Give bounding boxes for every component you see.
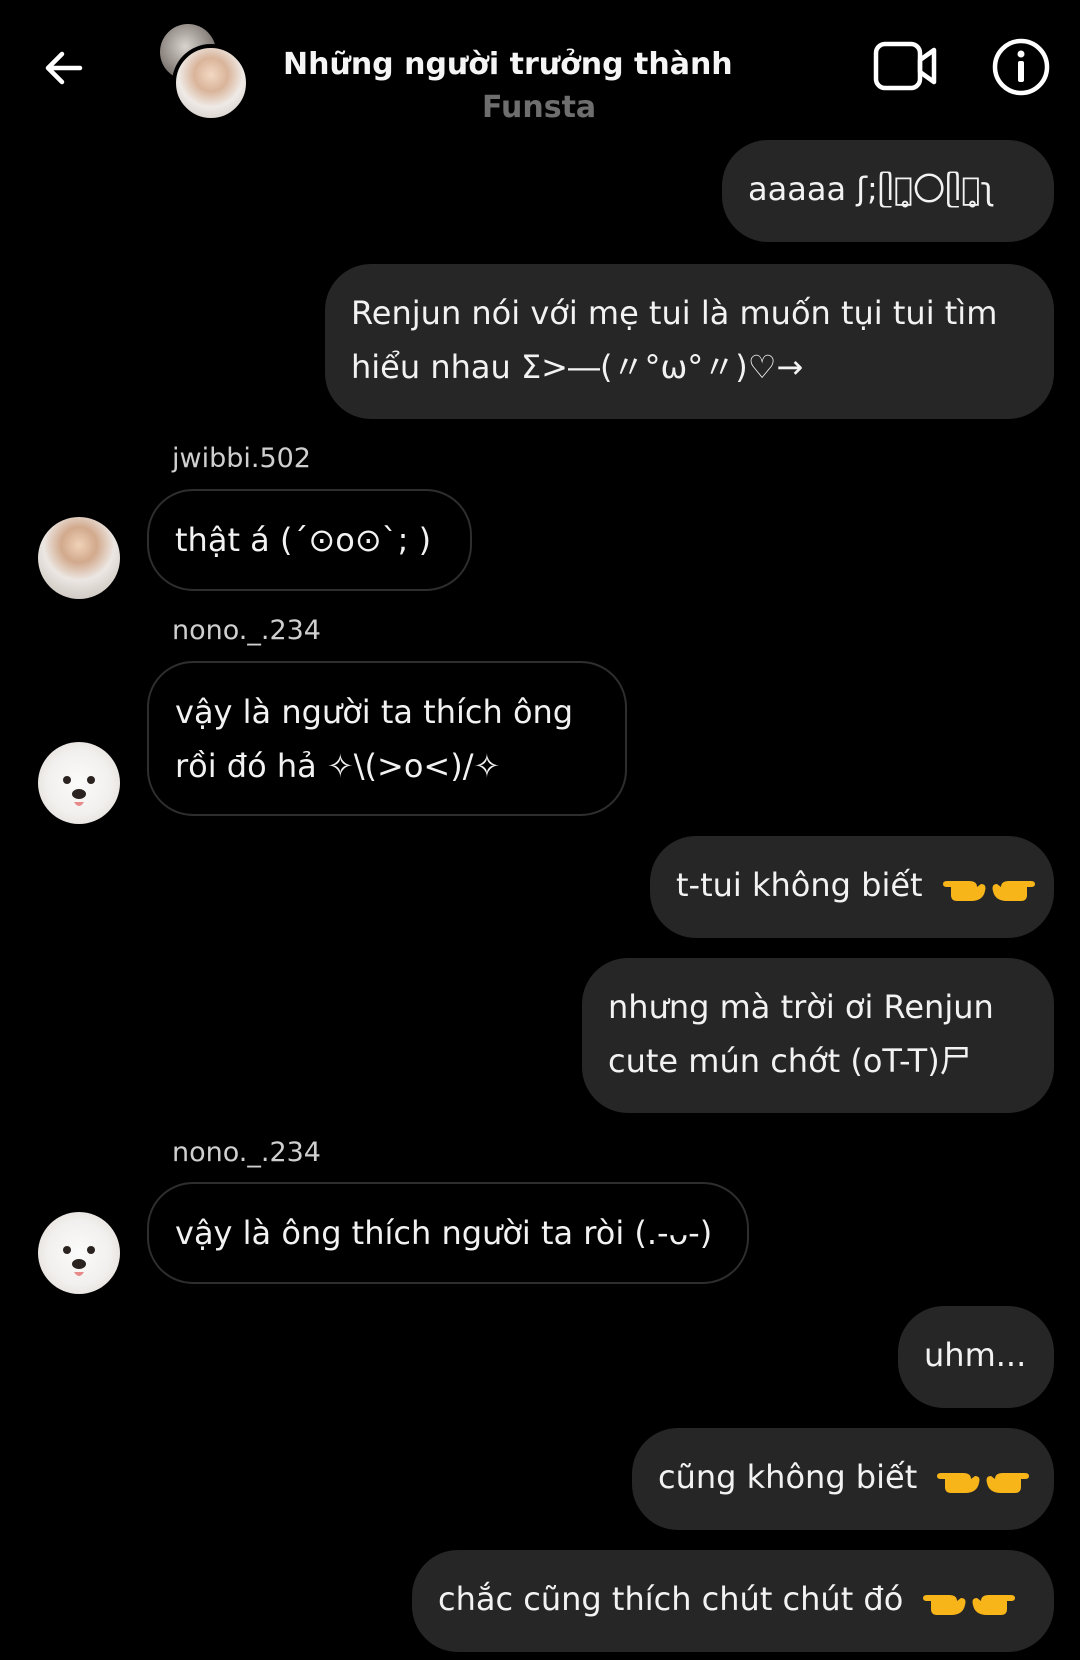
avatar[interactable] (38, 1212, 120, 1294)
message-bubble-outgoing[interactable]: chắc cũng thích chút chút đó (412, 1550, 1054, 1652)
sender-name: nono._.234 (172, 615, 321, 646)
chat-subtitle: Funsta (482, 90, 597, 125)
info-button[interactable] (990, 36, 1052, 98)
message-text-line: nhưng mà trời ơi Renjun (608, 988, 994, 1026)
message-text-line: hiểu nhau Σ>―(〃°ω°〃)♡→ (351, 348, 804, 386)
avatar[interactable] (38, 517, 120, 599)
message-text: thật á (´⊙o⊙`; ) (175, 521, 432, 559)
back-button[interactable] (36, 40, 92, 96)
message-bubble-outgoing[interactable]: t-tui không biết (650, 836, 1054, 938)
message-text: vậy là ông thích người ta ròi (.-ᴗ-) (175, 1214, 713, 1252)
message-text: cũng không biết (658, 1458, 918, 1496)
message-bubble-outgoing[interactable]: aaaaa ʃ;ᥫᩣ̥〇ᥫᩣ̥ʅ (722, 140, 1054, 242)
message-text-line: cute mún chớt (oT-T)尸 (608, 1042, 972, 1080)
group-avatar-front (172, 44, 250, 122)
message-text: t-tui không biết (676, 866, 923, 904)
message-bubble-outgoing[interactable]: cũng không biết (632, 1428, 1054, 1530)
pointing-hands-emoji (923, 1595, 1016, 1615)
message-bubble-incoming[interactable]: vậy là ông thích người ta ròi (.-ᴗ-) (147, 1182, 749, 1284)
info-icon (992, 38, 1050, 96)
message-text-line: vậy là người ta thích ông (175, 693, 574, 731)
message-text: aaaaa ʃ;ᥫᩣ̥〇ᥫᩣ̥ʅ (748, 170, 996, 208)
chat-title[interactable]: Những người trưởng thành (283, 47, 733, 82)
avatar[interactable] (38, 742, 120, 824)
message-text-line: Renjun nói với mẹ tui là muốn tụi tui tì… (351, 294, 998, 332)
message-bubble-outgoing[interactable]: Renjun nói với mẹ tui là muốn tụi tui tì… (325, 264, 1054, 419)
sender-name: nono._.234 (172, 1137, 321, 1168)
arrow-left-icon (45, 51, 83, 85)
message-bubble-incoming[interactable]: vậy là người ta thích ông rồi đó hả ✧\(>… (147, 661, 627, 816)
message-text: uhm... (924, 1336, 1027, 1374)
chat-header: Những người trưởng thành Funsta (0, 0, 1080, 135)
message-bubble-incoming[interactable]: thật á (´⊙o⊙`; ) (147, 489, 472, 591)
pointing-hands-emoji (937, 1473, 1030, 1493)
group-avatar[interactable] (160, 24, 250, 122)
video-camera-icon (873, 41, 937, 91)
dog-face-icon (63, 776, 95, 806)
video-call-button[interactable] (872, 38, 940, 96)
message-bubble-outgoing[interactable]: nhưng mà trời ơi Renjun cute mún chớt (o… (582, 958, 1054, 1113)
message-text: chắc cũng thích chút chút đó (438, 1580, 904, 1618)
pointing-hands-emoji (942, 881, 1035, 901)
dog-face-icon (63, 1246, 95, 1276)
message-bubble-outgoing[interactable]: uhm... (898, 1306, 1054, 1408)
message-text-line: rồi đó hả ✧\(>o<)/✧ (175, 747, 501, 785)
sender-name: jwibbi.502 (172, 443, 311, 474)
